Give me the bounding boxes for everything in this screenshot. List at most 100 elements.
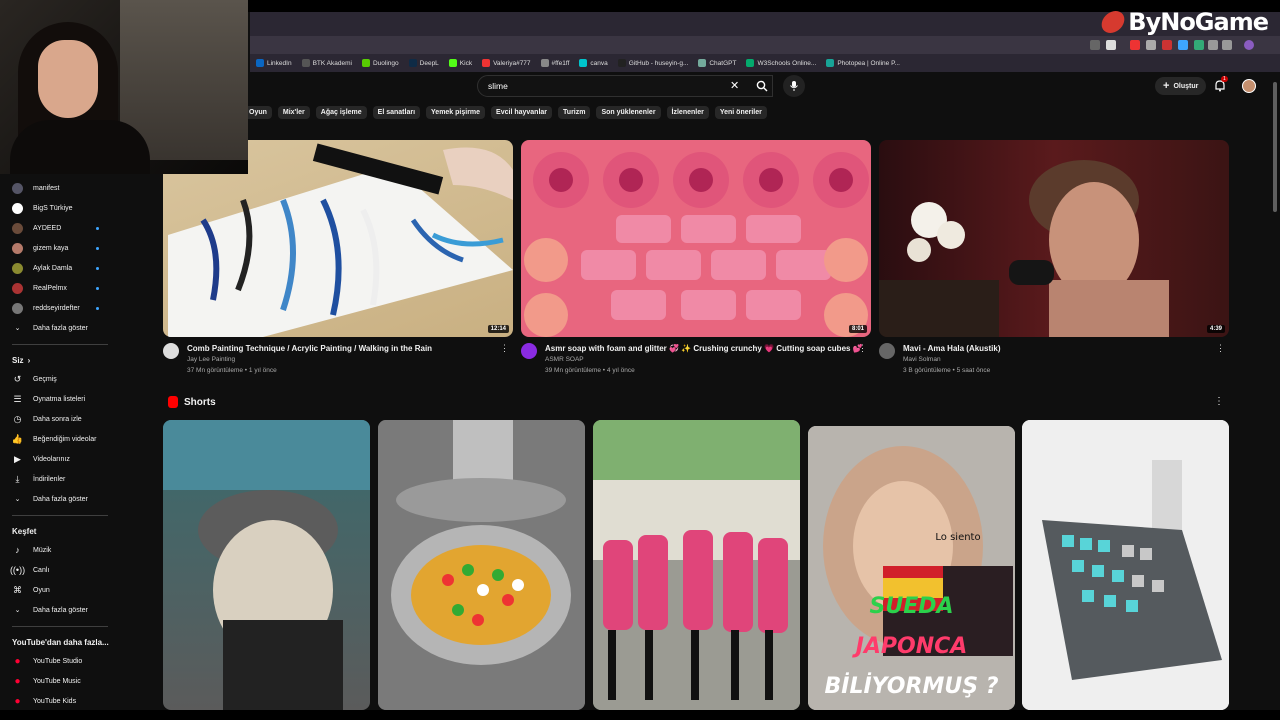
- filter-chip[interactable]: Yemek pişirme: [426, 106, 486, 119]
- filter-chip[interactable]: Son yüklenenler: [596, 106, 661, 119]
- channel-avatar[interactable]: [521, 343, 537, 359]
- short-card[interactable]: [1022, 420, 1229, 710]
- extension-icon[interactable]: [1194, 40, 1204, 50]
- filter-chip[interactable]: Ağaç işleme: [315, 106, 367, 119]
- filter-chip[interactable]: Turizm: [558, 106, 591, 119]
- video-card[interactable]: 8:01 Asmr soap with foam and glitter 💞 ✨…: [521, 140, 871, 376]
- browser-address-bar[interactable]: [250, 36, 1280, 54]
- you-section-title[interactable]: Siz ›: [0, 351, 120, 369]
- more-vert-icon[interactable]: ⋮: [1214, 396, 1224, 407]
- subscription-label: reddseyirdefter: [33, 304, 80, 312]
- account-avatar[interactable]: [1242, 79, 1256, 93]
- subscription-item[interactable]: RealPelmx: [0, 278, 120, 298]
- video-stats: 37 Mn görüntüleme • 1 yıl önce: [187, 367, 277, 374]
- video-title[interactable]: Comb Painting Technique / Acrylic Painti…: [187, 343, 432, 354]
- bookmark-item[interactable]: Kick: [445, 59, 476, 67]
- close-icon[interactable]: ✕: [730, 79, 739, 92]
- sidebar-item-live[interactable]: ((•)) Canlı: [0, 560, 120, 580]
- bookmark-item[interactable]: Photopea | Online P...: [822, 59, 904, 67]
- sidebar-item-like[interactable]: 👍 Beğendiğim videolar: [0, 429, 120, 449]
- profile-icon[interactable]: [1244, 40, 1254, 50]
- channel-avatar[interactable]: [879, 343, 895, 359]
- filter-chip[interactable]: El sanatları: [372, 106, 421, 119]
- video-thumbnail[interactable]: 4:39: [879, 140, 1229, 337]
- video-title[interactable]: Asmr soap with foam and glitter 💞 ✨ Crus…: [545, 343, 863, 354]
- video-thumbnail[interactable]: 8:01: [521, 140, 871, 337]
- bookmark-item[interactable]: canva: [575, 59, 611, 67]
- search-box[interactable]: [477, 75, 773, 97]
- sidebar-item-playlist[interactable]: ☰ Oynatma listeleri: [0, 389, 120, 409]
- bookmark-favicon-icon: [256, 59, 264, 67]
- page-scrollbar[interactable]: [1272, 72, 1278, 712]
- video-card[interactable]: 12:14 Comb Painting Technique / Acrylic …: [163, 140, 513, 376]
- subscription-item[interactable]: AYDEED: [0, 218, 120, 238]
- short-thumbnail: [163, 420, 370, 710]
- video-title[interactable]: Mavi - Ama Hala (Akustik): [903, 343, 1001, 354]
- bookmarks-bar: LinkedIn BTK Akademi Duolingo DeepL Kick Vale…: [250, 54, 1280, 72]
- extension-icon[interactable]: [1208, 40, 1218, 50]
- extension-icon[interactable]: [1178, 40, 1188, 50]
- extension-icon[interactable]: [1146, 40, 1156, 50]
- bookmark-item[interactable]: #ffe1ff: [537, 59, 574, 67]
- sidebar-item-youtube-studio[interactable]: ● YouTube Studio: [0, 651, 120, 671]
- scrollbar-thumb[interactable]: [1273, 82, 1277, 212]
- short-thumbnail: [593, 420, 800, 710]
- channel-avatar: [12, 222, 23, 234]
- filter-chip[interactable]: İzlenenler: [666, 106, 709, 119]
- sidebar-item-download[interactable]: ⤓ İndirilenler: [0, 469, 120, 489]
- bookmark-item[interactable]: Duolingo: [358, 59, 403, 67]
- channel-name[interactable]: Mavi Solman: [903, 354, 1001, 365]
- short-card[interactable]: [378, 420, 585, 710]
- search-input[interactable]: [488, 81, 728, 91]
- sidebar-item-history[interactable]: ↺ Geçmiş: [0, 369, 120, 389]
- filter-chip[interactable]: Mix'ler: [277, 106, 310, 119]
- short-card[interactable]: [593, 420, 800, 710]
- extension-icon[interactable]: [1090, 40, 1100, 50]
- sidebar-item-label: Daha sonra izle: [33, 415, 82, 423]
- subscription-item[interactable]: manifest: [0, 178, 120, 198]
- more-vert-icon[interactable]: ⋮: [858, 343, 867, 354]
- notifications-button[interactable]: 1: [1214, 76, 1228, 93]
- subscription-item[interactable]: BigS Türkiye: [0, 198, 120, 218]
- short-card[interactable]: [163, 420, 370, 710]
- show-more-you[interactable]: ⌄ Daha fazla göster: [0, 489, 120, 509]
- bookmark-item[interactable]: ChatGPT: [694, 59, 740, 67]
- subscription-label: BigS Türkiye: [33, 204, 73, 212]
- subscription-item[interactable]: Aylak Damla: [0, 258, 120, 278]
- subscription-label: AYDEED: [33, 224, 62, 232]
- star-icon[interactable]: [1106, 40, 1116, 50]
- filter-chip[interactable]: Oyun: [244, 106, 272, 119]
- more-vert-icon[interactable]: ⋮: [500, 343, 509, 354]
- bookmark-item[interactable]: BTK Akademi: [298, 59, 356, 67]
- extension-icon[interactable]: [1130, 40, 1140, 50]
- sidebar-item-gaming[interactable]: ⌘ Oyun: [0, 580, 120, 600]
- subscription-item[interactable]: reddseyirdefter: [0, 298, 120, 318]
- filter-chip[interactable]: Yeni öneriler: [714, 106, 767, 119]
- sidebar-item-your-videos[interactable]: ▶ Videolarınız: [0, 449, 120, 469]
- filter-chip[interactable]: Evcil hayvanlar: [491, 106, 553, 119]
- extension-icon[interactable]: [1162, 40, 1172, 50]
- channel-avatar[interactable]: [163, 343, 179, 359]
- bookmark-favicon-icon: [617, 59, 626, 67]
- show-more-explore[interactable]: ⌄ Daha fazla göster: [0, 600, 120, 620]
- channel-name[interactable]: Jay Lee Painting: [187, 354, 432, 365]
- bookmark-item[interactable]: W3Schools Online...: [742, 59, 820, 67]
- channel-name[interactable]: ASMR SOAP: [545, 354, 863, 365]
- bookmark-item[interactable]: LinkedIn: [252, 59, 296, 67]
- show-more-subscriptions[interactable]: ⌄ Daha fazla göster: [0, 318, 120, 338]
- bookmark-item[interactable]: GitHub - huseyin-g...: [614, 59, 693, 67]
- create-button[interactable]: + Oluştur: [1155, 77, 1207, 95]
- mic-button[interactable]: [783, 75, 805, 97]
- sidebar-item-youtube-kids[interactable]: ● YouTube Kids: [0, 691, 120, 711]
- video-card[interactable]: 4:39 Mavi - Ama Hala (Akustik) Mavi Solm…: [879, 140, 1229, 376]
- subscription-item[interactable]: gizem kaya: [0, 238, 120, 258]
- bookmark-item[interactable]: Valeriya#777: [478, 59, 534, 67]
- bookmark-item[interactable]: DeepL: [405, 59, 443, 67]
- sidebar-item-youtube-music[interactable]: ● YouTube Music: [0, 671, 120, 691]
- short-card[interactable]: Lo siento SUEDA JAPONCA BİLİYORMUŞ ?: [808, 426, 1015, 710]
- search-button[interactable]: [750, 75, 774, 97]
- sidebar-item-music[interactable]: ♪ Müzik: [0, 540, 120, 560]
- more-vert-icon[interactable]: ⋮: [1216, 343, 1225, 354]
- sidebar-item-watch-later[interactable]: ◷ Daha sonra izle: [0, 409, 120, 429]
- extension-icon[interactable]: [1222, 40, 1232, 50]
